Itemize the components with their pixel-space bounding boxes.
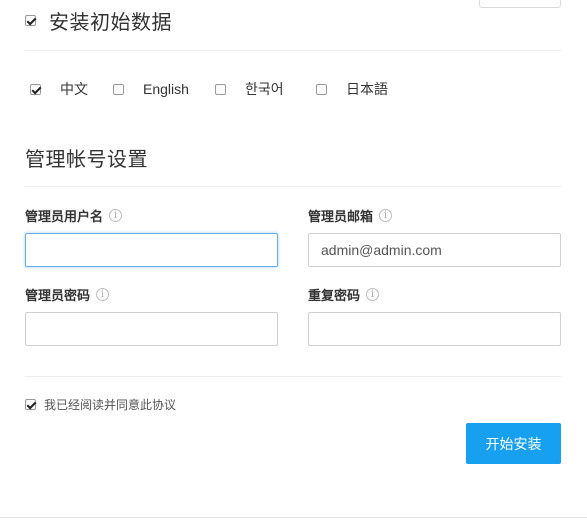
language-checkbox-ko[interactable] <box>215 83 226 95</box>
info-icon[interactable]: i <box>366 288 380 301</box>
top-partial-button[interactable] <box>479 0 561 8</box>
start-install-button[interactable]: 开始安装 <box>466 423 561 464</box>
password-input[interactable] <box>25 312 278 346</box>
confirm-password-label-text: 重复密码 <box>308 288 361 303</box>
admin-section-title: 管理帐号设置 <box>25 149 148 171</box>
username-label-text: 管理员用户名 <box>25 209 104 224</box>
bottom-border <box>0 517 587 518</box>
username-label: 管理员用户名 i <box>25 206 123 225</box>
info-icon[interactable]: i <box>96 288 110 301</box>
language-checkbox-en[interactable] <box>113 83 124 95</box>
agreement-label: 我已经阅读并同意此协议 <box>44 398 177 412</box>
password-label: 管理员密码 i <box>25 285 110 304</box>
agreement-checkbox[interactable] <box>25 399 36 410</box>
info-icon[interactable]: i <box>109 209 123 222</box>
install-init-checkbox[interactable] <box>25 14 36 26</box>
password-label-text: 管理员密码 <box>25 288 91 303</box>
email-label-text: 管理员邮箱 <box>308 209 374 224</box>
language-label-zh: 中文 <box>60 81 88 97</box>
language-checkbox-zh[interactable] <box>30 83 41 95</box>
divider <box>25 186 561 187</box>
divider <box>25 376 561 377</box>
language-option-ko[interactable]: 한국어 <box>215 79 316 99</box>
username-input[interactable] <box>25 233 278 267</box>
email-label: 管理员邮箱 i <box>308 206 393 225</box>
email-input[interactable] <box>308 233 561 267</box>
language-checkbox-ja[interactable] <box>316 83 327 95</box>
language-label-ko: 한국어 <box>245 81 284 97</box>
install-init-option[interactable]: 安装初始数据 <box>25 5 172 35</box>
language-options: 中文 English 한국어 日本語 <box>30 78 388 100</box>
info-icon[interactable]: i <box>379 209 393 222</box>
language-option-zh[interactable]: 中文 <box>30 79 113 99</box>
language-label-ja: 日本語 <box>346 81 388 97</box>
confirm-password-input[interactable] <box>308 312 561 346</box>
confirm-password-label: 重复密码 i <box>308 285 380 304</box>
install-init-label: 安装初始数据 <box>49 11 172 34</box>
divider <box>25 50 561 51</box>
agreement-option[interactable]: 我已经阅读并同意此协议 <box>25 396 176 413</box>
language-option-ja[interactable]: 日本語 <box>316 79 388 99</box>
language-option-en[interactable]: English <box>113 81 215 97</box>
language-label-en: English <box>143 81 189 97</box>
